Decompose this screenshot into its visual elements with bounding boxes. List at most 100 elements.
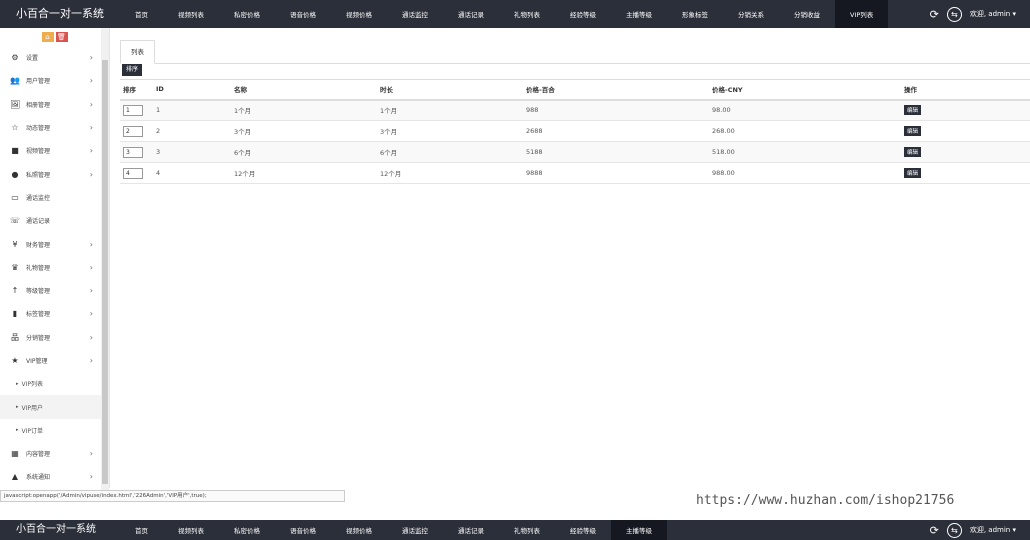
bottom-nav-item[interactable]: 语音价格 [275, 520, 331, 540]
sidebar-item[interactable]: 🖼 相册管理 › [0, 93, 101, 116]
sidebar-item-label: 礼物管理 [26, 264, 51, 272]
menu-icon: ¥ [12, 239, 18, 249]
column-header: 排序 [120, 79, 153, 101]
nav-item[interactable]: 主播等级 [611, 0, 667, 28]
tab-bar: 列表 [120, 40, 1030, 64]
sidebar-item[interactable]: ☏ 通话记录 [0, 209, 101, 232]
user-circle-icon[interactable]: ⇆ [946, 6, 962, 22]
main-content: 列表 排序 排序 ID 名称 时长 价格-百合 价格-CNY 操作 1 1 1个月 1个月 988 9… [110, 28, 1030, 488]
sidebar-item[interactable]: ¥ 财务管理 › [0, 232, 101, 255]
nav-item[interactable]: 视频列表 [163, 0, 219, 28]
sidebar-item[interactable]: ▦ 内容管理 › [0, 442, 101, 465]
sort-order-input[interactable]: 2 [123, 125, 143, 137]
bottom-nav-item[interactable]: 通话记录 [443, 520, 499, 540]
action-cell: 编辑 [901, 162, 1030, 184]
cell-name: 6个月 [231, 141, 377, 163]
refresh-icon[interactable]: ⟳ [930, 8, 939, 21]
sidebar-item[interactable]: ▲ 系统通知 › [0, 465, 101, 488]
nav-item[interactable]: 礼物列表 [499, 0, 555, 28]
sidebar-tools: ⌂ 🗑 [0, 28, 109, 46]
chevron-right-icon: › [89, 472, 93, 482]
cell-id: 3 [153, 141, 231, 163]
nav-item[interactable]: 通话记录 [443, 0, 499, 28]
edit-button[interactable]: 编辑 [904, 168, 922, 178]
sidebar-item-label: 相册管理 [26, 101, 51, 109]
sidebar: ⌂ 🗑 ⚙ 设置 › 👥 用户管理 › 🖼 相册管理 › ☆ 动态管理 › ■ 视频管理 › ● 私照管理 › ▭ 通… [0, 28, 110, 488]
cell-name: 12个月 [231, 162, 377, 184]
nav-item[interactable]: 通话监控 [387, 0, 443, 28]
vip-table: 排序 ID 名称 时长 价格-百合 价格-CNY 操作 1 1 1个月 1个月 988 98.00 编辑… [120, 79, 1030, 184]
sidebar-scrollbar-thumb[interactable] [102, 60, 108, 484]
chevron-right-icon: › [89, 123, 93, 133]
bottom-nav-item[interactable]: 视频价格 [331, 520, 387, 540]
sidebar-item[interactable]: 品分销管理 › [0, 326, 101, 349]
top-navbar: 小百合一对一系统 首页 视频列表 私密价格 语音价格 视频价格 通话监控 通话记录 礼物列表经… [0, 0, 1030, 28]
sort-button[interactable]: 排序 [122, 64, 143, 76]
sidebar-item[interactable]: ⚙ 设置 › [0, 46, 101, 69]
sidebar-item[interactable]: ■ 视频管理 › [0, 139, 101, 162]
action-cell: 编辑 [901, 99, 1030, 121]
sidebar-item[interactable]: 👥 用户管理 › [0, 69, 101, 92]
sidebar-item[interactable]: ♛ 礼物管理 › [0, 256, 101, 279]
edit-button[interactable]: 编辑 [904, 126, 922, 136]
caret-right-icon: ▸ [16, 380, 19, 387]
column-header: 价格-CNY [709, 79, 901, 101]
nav-item[interactable]: 视频价格 [331, 0, 387, 28]
menu-icon: 🖼 [10, 99, 21, 109]
bottom-nav-item[interactable]: 礼物列表 [499, 520, 555, 540]
action-cell: 编辑 [901, 141, 1030, 163]
user-greeting[interactable]: 欢迎, admin ▾ [970, 525, 1016, 535]
nav-item[interactable]: 形象标签 [667, 0, 723, 28]
menu-icon: ↑ [11, 286, 19, 296]
chevron-right-icon: › [89, 262, 93, 272]
home-icon[interactable]: ⌂ [41, 32, 54, 42]
nav-item[interactable]: 语音价格 [275, 0, 331, 28]
edit-button[interactable]: 编辑 [904, 105, 922, 116]
sidebar-item[interactable]: ↑ 等级管理 › [0, 279, 101, 302]
sidebar-item-label: 财务管理 [26, 241, 51, 249]
sidebar-item[interactable]: ● 私照管理 › [0, 162, 101, 185]
bottom-nav-item[interactable]: 主播等级 [611, 520, 667, 540]
bottom-nav-item[interactable]: 通话监控 [387, 520, 443, 540]
sidebar-item[interactable]: ★ VIP管理 › [0, 349, 101, 372]
refresh-icon[interactable]: ⟳ [930, 524, 939, 537]
sidebar-item[interactable]: ▮ 标签管理 › [0, 302, 101, 325]
chevron-right-icon: › [89, 53, 93, 63]
sidebar-item[interactable]: ▸ VIP列表 [0, 372, 101, 395]
sort-order-input[interactable]: 3 [123, 146, 143, 158]
chevron-right-icon: › [89, 449, 93, 459]
bottom-nav-item[interactable]: 私密价格 [219, 520, 275, 540]
bottom-right-tools: ⟳ ⇆ 欢迎, admin ▾ [930, 520, 1016, 540]
bottom-app-title[interactable]: 小百合一对一系统 [16, 520, 96, 540]
sidebar-item[interactable]: ▭ 通话监控 [0, 186, 101, 209]
nav-item[interactable]: 首页 [120, 0, 163, 28]
chevron-right-icon: › [89, 239, 93, 249]
cell-duration: 6个月 [377, 141, 523, 163]
trash-icon[interactable]: 🗑 [55, 32, 68, 42]
nav-item[interactable]: VIP列表 [835, 0, 889, 28]
column-header: ID [153, 79, 231, 101]
user-circle-icon[interactable]: ⇆ [946, 522, 962, 538]
nav-item[interactable]: 经验等级 [555, 0, 611, 28]
cell-duration: 12个月 [377, 162, 523, 184]
sidebar-item[interactable]: ▸ VIP订单 [0, 419, 101, 442]
bottom-nav-item[interactable]: 视频列表 [163, 520, 219, 540]
edit-button[interactable]: 编辑 [904, 147, 922, 157]
app-title[interactable]: 小百合一对一系统 [16, 0, 104, 28]
sidebar-item[interactable]: ▸ VIP用户 [0, 395, 101, 419]
cell-id: 2 [153, 120, 231, 142]
nav-item[interactable]: 私密价格 [219, 0, 275, 28]
bottom-nav-item[interactable]: 经验等级 [555, 520, 611, 540]
bottom-navbar: 小百合一对一系统 首页 视频列表 私密价格 语音价格 视频价格 通话监控 通话记录 礼物列表经… [0, 520, 1030, 540]
sort-order-input[interactable]: 4 [123, 167, 143, 179]
sidebar-item-label: VIP列表 [21, 381, 44, 389]
nav-item[interactable]: 分销收益 [779, 0, 835, 28]
user-greeting[interactable]: 欢迎, admin ▾ [970, 9, 1016, 19]
tab-list[interactable]: 列表 [120, 40, 155, 64]
sidebar-item-label: 内容管理 [26, 451, 51, 459]
bottom-nav-item[interactable]: 首页 [120, 520, 163, 540]
sidebar-item[interactable]: ☆ 动态管理 › [0, 116, 101, 139]
nav-item[interactable]: 分销关系 [723, 0, 779, 28]
sidebar-item-label: 用户管理 [26, 78, 51, 86]
sort-order-input[interactable]: 1 [123, 104, 143, 116]
